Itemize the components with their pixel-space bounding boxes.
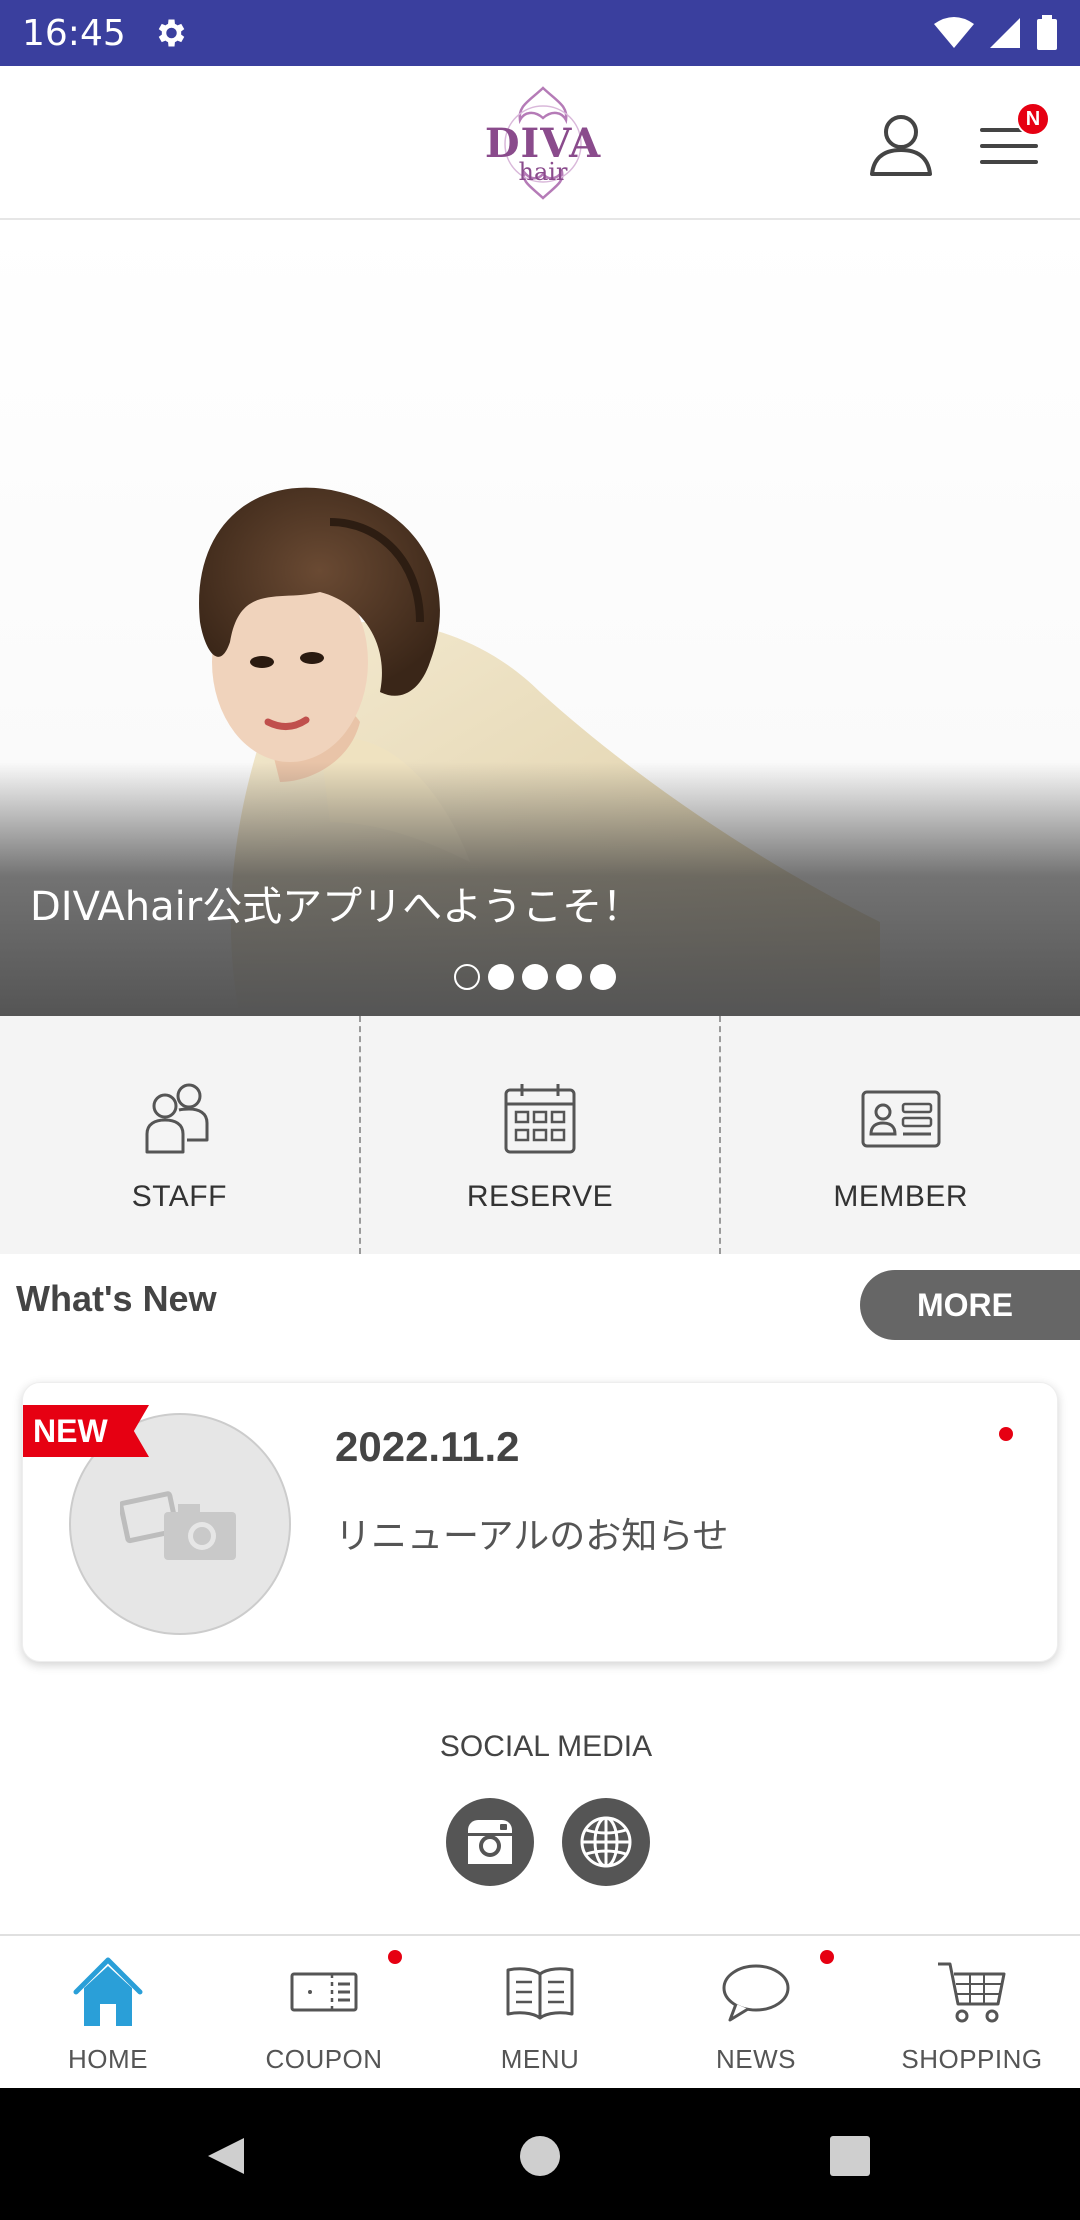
unread-indicator [999,1427,1013,1441]
back-icon[interactable] [204,2134,248,2178]
system-nav-bar [0,2088,1080,2220]
battery-icon [1037,15,1057,50]
globe-icon [580,1816,632,1868]
bottom-nav: HOME COUPON MENU NEWS SHOPPING [0,1934,1080,2088]
cart-icon [938,1962,1006,2023]
hero-caption: DIVAhair公式アプリへようこそ！ [30,884,643,930]
more-button[interactable]: MORE [860,1270,1080,1340]
slider-dot[interactable] [454,964,480,990]
quick-nav: STAFF RESERVE MEMBER [0,1016,1080,1254]
home-circle-icon[interactable] [518,2134,562,2178]
bottom-nav-label: MENU [500,2044,580,2074]
bottom-nav-home[interactable]: HOME [0,1936,216,2088]
bottom-nav-label: COUPON [265,2044,383,2074]
chat-bubble-icon [722,1964,790,2022]
bottom-nav-shopping[interactable]: SHOPPING [864,1936,1080,2088]
website-button[interactable] [562,1798,650,1886]
social-media-heading: SOCIAL MEDIA [439,1730,653,1763]
bottom-nav-coupon[interactable]: COUPON [216,1936,432,2088]
quick-nav-label: RESERVE [466,1180,614,1213]
app-header: DIVA hair N [0,66,1080,220]
quick-nav-reserve[interactable]: RESERVE [358,1016,720,1254]
whats-new-heading: What's New [16,1278,217,1319]
settings-gear-icon [158,19,184,47]
logo-subtext: hair [518,158,568,186]
slider-dot[interactable] [522,964,548,990]
home-icon [73,1957,143,2026]
instagram-button[interactable] [446,1798,534,1886]
bottom-nav-menu[interactable]: MENU [432,1936,648,2088]
member-card-icon [861,1090,941,1148]
bottom-nav-label: SHOPPING [901,2044,1043,2074]
user-account-icon[interactable] [866,110,936,180]
coupon-icon [290,1972,358,2012]
book-icon [506,1967,574,2020]
bottom-nav-label: NEWS [716,2044,796,2074]
status-bar: 16:45 [0,0,1080,66]
quick-nav-member[interactable]: MEMBER [719,1016,1080,1254]
wifi-icon [934,17,974,48]
slider-dot[interactable] [590,964,616,990]
news-date: 2022.11.2 [335,1423,520,1470]
notification-badge: N [1016,102,1050,136]
quick-nav-label: STAFF [131,1180,227,1213]
recents-square-icon[interactable] [830,2136,870,2176]
coupon-badge-dot [388,1950,402,1964]
status-time: 16:45 [22,12,126,54]
quick-nav-staff[interactable]: STAFF [0,1016,359,1254]
news-badge-dot [820,1950,834,1964]
news-title: リニューアルのお知らせ [335,1516,729,1557]
new-ribbon: NEW [23,1405,149,1457]
people-icon [145,1083,209,1154]
quick-nav-label: MEMBER [833,1180,969,1213]
hero-slider[interactable]: DIVAhair公式アプリへようこそ！ [0,222,1080,1016]
slider-dot[interactable] [556,964,582,990]
calendar-icon [504,1084,576,1154]
instagram-icon [468,1820,512,1864]
cell-signal-icon [990,18,1020,48]
bottom-nav-news[interactable]: NEWS [648,1936,864,2088]
bottom-nav-label: HOME [68,2044,148,2074]
no-image-camera-icon [120,1491,236,1560]
news-card[interactable]: NEW 2022.11.2 リニューアルのお知らせ [22,1382,1058,1662]
slider-dots [454,964,616,990]
slider-dot[interactable] [488,964,514,990]
diva-hair-logo[interactable]: DIVA hair [468,84,618,202]
